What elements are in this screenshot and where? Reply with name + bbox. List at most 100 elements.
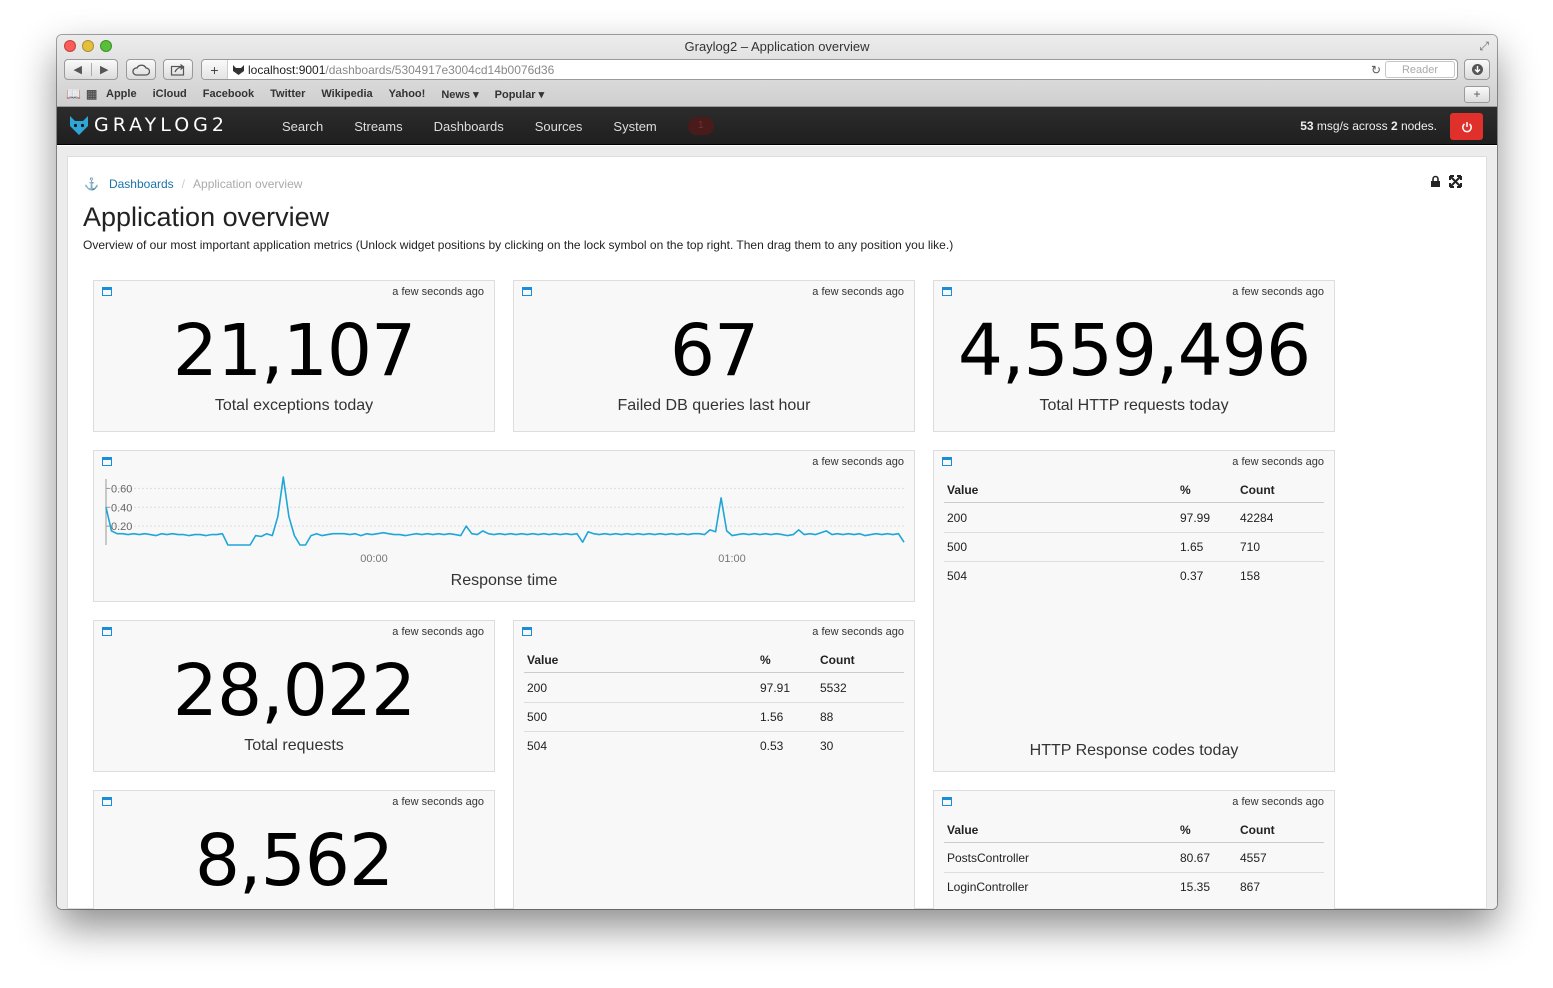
calendar-icon[interactable]: [942, 456, 952, 466]
nav-search[interactable]: Search: [282, 119, 323, 134]
header-percent: %: [760, 652, 771, 667]
widget-title: Total HTTP requests today: [1039, 397, 1229, 414]
widget-title: Failed DB queries last hour: [617, 397, 811, 414]
nav-streams[interactable]: Streams: [354, 119, 402, 134]
x-tick-label: 01:00: [718, 553, 746, 565]
widget-timestamp: a few seconds ago: [1232, 456, 1324, 468]
site-favicon-icon: [228, 64, 248, 76]
dashboard-content: ⚓ Dashboards / Application overview Appl…: [67, 156, 1487, 909]
widget-total-requests[interactable]: a few seconds ago 28,022 Total requests: [93, 620, 495, 772]
calendar-icon[interactable]: [102, 626, 112, 636]
nav-sources[interactable]: Sources: [535, 119, 583, 134]
widget-controllers[interactable]: a few seconds ago Value % Count PostsCon…: [933, 790, 1335, 909]
widget-response-time[interactable]: a few seconds ago 0.60 0.40 0.20 00:00 01:00…: [93, 450, 915, 602]
cloud-icon: [132, 64, 150, 76]
widget-timestamp: a few seconds ago: [392, 796, 484, 808]
url-text[interactable]: localhost:9001/dashboards/5304917e3004cd…: [248, 63, 1367, 77]
widget-response-codes[interactable]: a few seconds ago Value % Count 200 97.9…: [513, 620, 915, 909]
throughput-end: nodes.: [1397, 119, 1437, 133]
nav-system[interactable]: System: [613, 119, 656, 134]
calendar-icon[interactable]: [942, 286, 952, 296]
notification-badge[interactable]: 1: [687, 117, 714, 135]
calendar-icon[interactable]: [522, 626, 532, 636]
cell-count: 710: [1240, 540, 1261, 554]
reload-icon[interactable]: ↻: [1367, 63, 1385, 77]
cell-value: 200: [947, 510, 968, 525]
back-forward-buttons: ◀ ▶: [64, 59, 118, 80]
widget-total-exceptions[interactable]: a few seconds ago 21,107 Total exception…: [93, 280, 495, 432]
new-tab-button[interactable]: +: [1464, 86, 1490, 103]
cell-value: 504: [947, 569, 968, 583]
cell-count: 30: [820, 739, 834, 753]
bookmark-icloud[interactable]: iCloud: [153, 88, 187, 100]
calendar-icon[interactable]: [102, 456, 112, 466]
widget-value: 8,562: [194, 819, 394, 902]
header-count: Count: [1240, 482, 1275, 497]
cell-value: 500: [527, 710, 548, 724]
add-bookmark-icon[interactable]: +: [202, 60, 228, 79]
widget-total-http-requests[interactable]: a few seconds ago 4,559,496 Total HTTP r…: [933, 280, 1335, 432]
icloud-tabs-button[interactable]: [126, 59, 156, 80]
bookmark-wikipedia[interactable]: Wikipedia: [321, 88, 372, 100]
throughput-rate: 53: [1300, 119, 1314, 133]
cell-count: 4557: [1240, 850, 1267, 865]
widget-value: 28,022: [172, 649, 416, 732]
y-tick-label: 0.40: [111, 502, 132, 514]
brand[interactable]: GRAYLOG2: [69, 114, 228, 136]
bookmark-news-menu[interactable]: News ▾: [441, 88, 478, 101]
calendar-icon[interactable]: [522, 286, 532, 296]
fullscreen-icon[interactable]: ⤢: [1479, 39, 1489, 54]
table-header: Value % Count: [944, 817, 1324, 843]
cell-count: 158: [1240, 569, 1261, 583]
cell-percent: 97.99: [1180, 510, 1211, 525]
forward-icon[interactable]: ▶: [92, 63, 118, 76]
bookmark-apple[interactable]: Apple: [106, 88, 137, 100]
lock-icon[interactable]: [1430, 175, 1441, 188]
top-sites-icon[interactable]: ▦: [86, 87, 106, 101]
widget-title: Response time: [450, 572, 558, 589]
widget-8562[interactable]: a few seconds ago 8,562: [93, 790, 495, 909]
table-header: Value % Count: [524, 647, 904, 673]
throughput-nodes: 2: [1390, 119, 1398, 133]
widget-timestamp: a few seconds ago: [812, 286, 904, 298]
calendar-icon[interactable]: [942, 796, 952, 806]
bookmark-yahoo[interactable]: Yahoo!: [389, 88, 426, 100]
breadcrumb: ⚓ Dashboards / Application overview: [84, 177, 302, 191]
widget-failed-db-queries[interactable]: a few seconds ago 67 Failed DB queries l…: [513, 280, 915, 432]
cell-count: 5532: [820, 680, 847, 695]
reader-button[interactable]: Reader: [1385, 61, 1455, 78]
cell-percent: 1.56: [760, 710, 784, 724]
power-icon: [1461, 121, 1472, 132]
nav-dashboards[interactable]: Dashboards: [434, 119, 504, 134]
bookmark-popular-menu[interactable]: Popular ▾: [495, 88, 545, 101]
bookmark-twitter[interactable]: Twitter: [270, 88, 305, 100]
share-button[interactable]: [163, 59, 193, 80]
breadcrumb-current: Application overview: [193, 177, 303, 191]
page-title: Application overview: [83, 202, 330, 232]
calendar-icon[interactable]: [102, 286, 112, 296]
main-nav: Search Streams Dashboards Sources System…: [282, 107, 714, 145]
dashboard-actions: [1430, 175, 1462, 188]
table-row: PostsController 80.67 4557: [944, 843, 1324, 872]
throughput-mid: msg/s across: [1313, 119, 1391, 133]
reading-list-icon[interactable]: 📖: [66, 87, 86, 101]
brand-name: GRAYLOG2: [94, 114, 228, 136]
widget-http-response-codes-today[interactable]: a few seconds ago Value % Count 200 97.9…: [933, 450, 1335, 772]
widget-timestamp: a few seconds ago: [392, 626, 484, 638]
calendar-icon[interactable]: [102, 796, 112, 806]
table-row: 200 97.99 42284: [944, 503, 1324, 532]
address-bar[interactable]: + localhost:9001/dashboards/5304917e3004…: [201, 59, 1458, 80]
graylog-logo-icon: [70, 116, 88, 135]
power-button[interactable]: [1450, 113, 1483, 140]
bookmarks-bar: 📖 ▦ Apple iCloud Facebook Twitter Wikipe…: [66, 85, 1490, 103]
bookmark-facebook[interactable]: Facebook: [203, 88, 254, 100]
table-row: 200 97.91 5532: [524, 673, 904, 702]
response-time-chart[interactable]: 0.60 0.40 0.20 00:00 01:00: [94, 473, 915, 573]
throughput-status: 53 msg/s across 2 nodes.: [1300, 119, 1437, 133]
widget-value: 21,107: [172, 309, 416, 392]
back-icon[interactable]: ◀: [65, 63, 92, 76]
breadcrumb-dashboards-link[interactable]: Dashboards: [109, 177, 174, 191]
cell-value: 500: [947, 540, 968, 554]
fullscreen-toggle-icon[interactable]: [1449, 175, 1462, 188]
downloads-button[interactable]: [1464, 59, 1490, 80]
